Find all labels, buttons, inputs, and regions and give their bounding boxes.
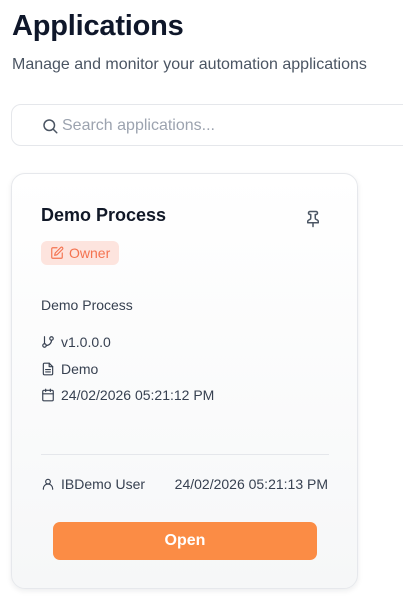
- calendar-icon: [42, 388, 54, 402]
- page-title: Applications: [12, 10, 184, 42]
- application-title: Demo Process: [41, 205, 167, 225]
- application-description: Demo Process: [41, 297, 133, 313]
- applications-page: Applications Manage and monitor your aut…: [0, 0, 403, 605]
- search-input[interactable]: [62, 113, 402, 139]
- search-icon: [43, 119, 58, 134]
- version-text: v1.0.0.0: [61, 334, 111, 350]
- category-row: Demo: [41, 361, 98, 377]
- page-subtitle: Manage and monitor your automation appli…: [12, 56, 367, 73]
- application-card: Demo Process Owner Demo Process v1.0.0.0: [11, 173, 358, 589]
- pin-icon[interactable]: [304, 210, 322, 228]
- open-button[interactable]: Open: [53, 522, 317, 560]
- user-icon: [42, 478, 54, 490]
- git-branch-icon: [42, 336, 54, 348]
- role-badge: Owner: [41, 241, 120, 265]
- updated-date: 24/02/2026 05:21:13 PM: [174, 476, 328, 492]
- version-row: v1.0.0.0: [41, 334, 111, 350]
- owner-user-name: IBDemo User: [61, 476, 146, 492]
- created-date-text: 24/02/2026 05:21:12 PM: [61, 387, 215, 403]
- created-date-row: 24/02/2026 05:21:12 PM: [41, 387, 214, 403]
- card-divider: [41, 454, 329, 455]
- edit-icon: [51, 246, 64, 259]
- file-icon: [42, 362, 54, 376]
- owner-user: IBDemo User: [41, 476, 145, 492]
- role-label: Owner: [69, 245, 111, 261]
- category-text: Demo: [61, 361, 99, 377]
- search-box[interactable]: [11, 104, 403, 146]
